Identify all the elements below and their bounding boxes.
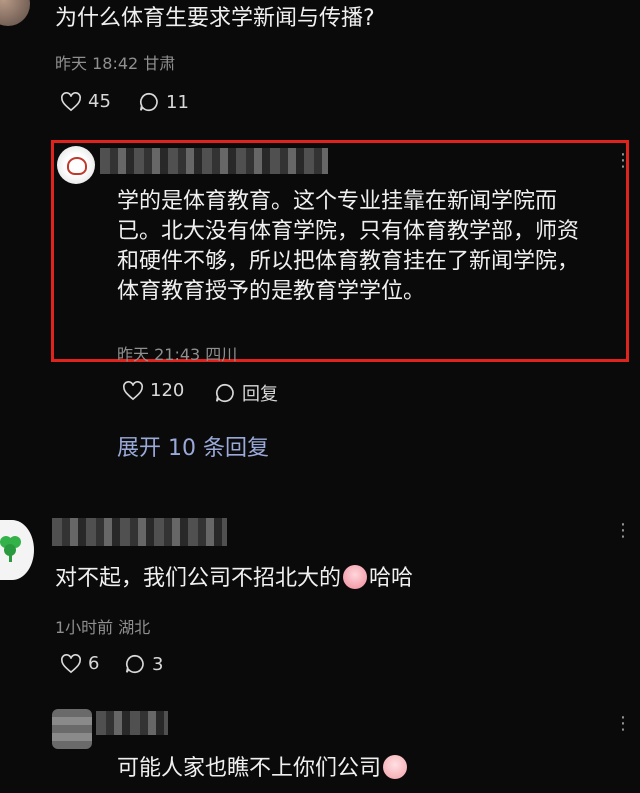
comment-text-part: 可能人家也瞧不上你们公司: [117, 756, 382, 781]
comment-text: 为什么体育生要求学新闻与传播?: [55, 6, 375, 31]
heart-icon: [61, 91, 81, 111]
comment-meta: 昨天 18:42 甘肃: [55, 50, 175, 74]
like-button[interactable]: 120: [122, 380, 184, 401]
reply-count: 11: [166, 91, 189, 113]
reply-location: 四川: [205, 345, 238, 364]
like-button[interactable]: 6: [60, 653, 99, 674]
clover-icon: [0, 536, 22, 562]
reply-text-line: 体育教育授予的是教育学学位。: [117, 279, 426, 304]
blurred-username: [52, 518, 227, 546]
more-options-icon[interactable]: ⋮: [614, 713, 634, 734]
avatar[interactable]: [57, 146, 95, 184]
comment-time: 1小时前: [55, 618, 114, 637]
comment-meta: 1小时前 湖北: [55, 614, 150, 638]
reply-text-line: 学的是体育教育。这个专业挂靠在新闻学院而: [117, 189, 558, 214]
crying-emoji-icon: [343, 565, 368, 589]
reply-text-line: 已。北大没有体育学院，只有体育教学部，师资: [117, 219, 580, 244]
comment-location: 湖北: [118, 618, 151, 637]
reply-label: 回复: [242, 384, 278, 405]
reply-meta: 昨天 21:43 四川: [117, 341, 237, 365]
avatar[interactable]: [0, 0, 30, 26]
like-button[interactable]: 45: [60, 91, 111, 112]
more-options-icon[interactable]: ⋮: [614, 520, 634, 541]
expand-replies-link[interactable]: 展开 10 条回复: [117, 430, 269, 462]
comment-text-part: 对不起，我们公司不招北大的: [55, 566, 342, 591]
comment-text: 对不起，我们公司不招北大的 哈哈: [55, 564, 413, 594]
reply-count: 3: [152, 653, 164, 675]
comment-bubble-icon: [139, 92, 158, 112]
reply-text: 学的是体育教育。这个专业挂靠在新闻学院而 已。北大没有体育学院，只有体育教学部，…: [117, 187, 627, 307]
logo-mark: [67, 157, 87, 175]
heart-icon: [61, 653, 81, 673]
comment-text: 可能人家也瞧不上你们公司: [117, 754, 409, 784]
shocked-emoji-icon: [383, 755, 408, 779]
comment-location: 甘肃: [143, 54, 176, 73]
avatar[interactable]: [52, 709, 92, 749]
blurred-username: [100, 148, 328, 174]
blurred-username: [96, 711, 168, 735]
comment-bubble-icon: [215, 383, 234, 403]
comment-time: 昨天 18:42: [55, 54, 139, 73]
heart-icon: [123, 380, 143, 400]
like-count: 120: [150, 380, 185, 401]
reply-button[interactable]: 回复: [214, 380, 278, 406]
like-count: 45: [88, 91, 111, 112]
comment-bubble-icon: [125, 654, 144, 674]
reply-time: 昨天 21:43: [117, 345, 201, 364]
more-options-icon[interactable]: ⋮: [614, 150, 634, 171]
like-count: 6: [88, 653, 100, 674]
avatar[interactable]: [0, 520, 34, 580]
reply-button[interactable]: 3: [124, 653, 163, 675]
comment-text-part: 哈哈: [369, 566, 414, 591]
reply-text-line: 和硬件不够，所以把体育教育挂在了新闻学院，: [117, 249, 580, 274]
reply-button[interactable]: 11: [138, 91, 189, 113]
